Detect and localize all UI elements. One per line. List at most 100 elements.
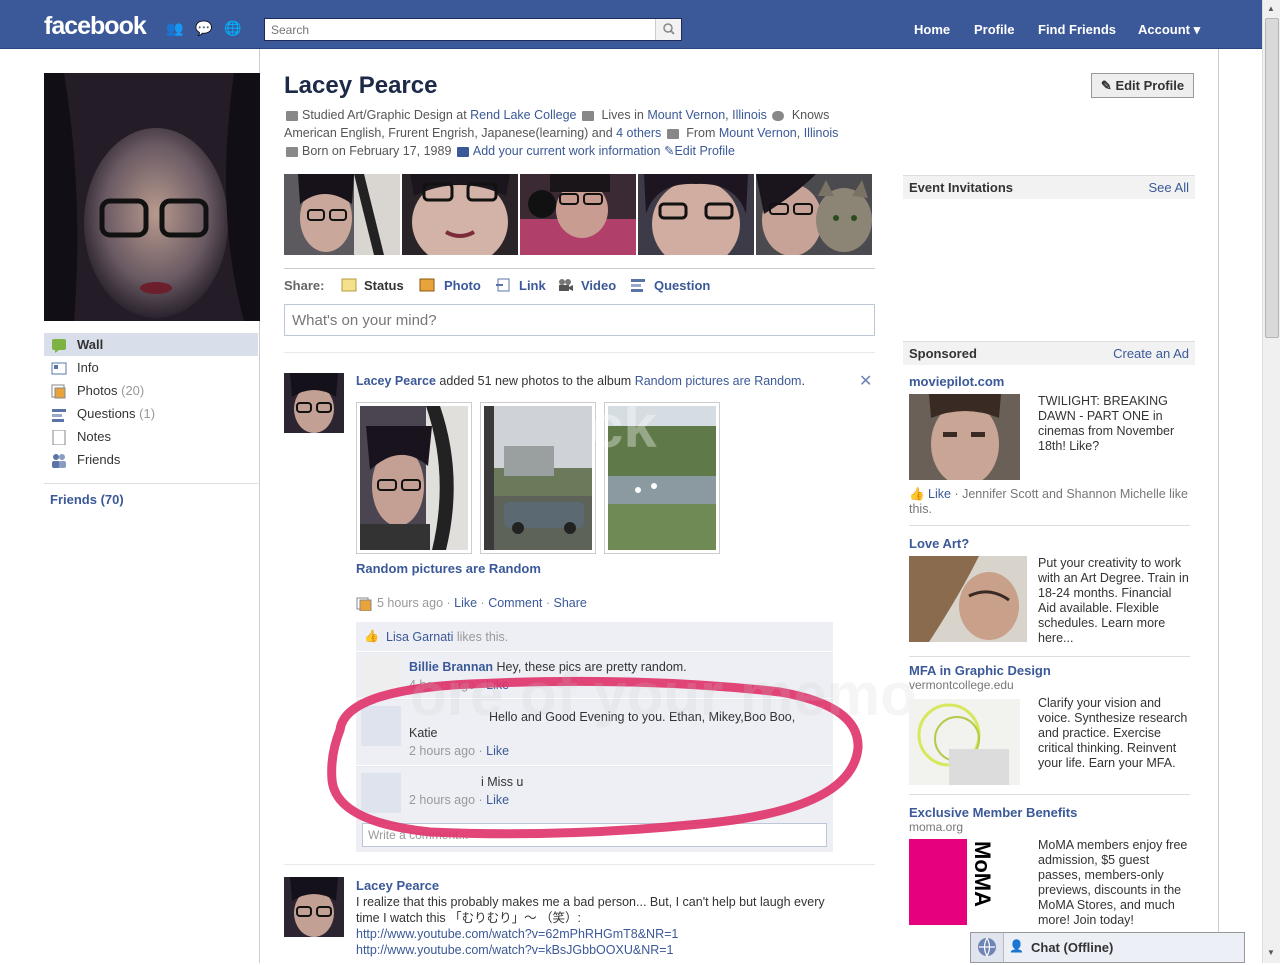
divider	[909, 794, 1190, 795]
photo-icon	[419, 278, 435, 292]
edit-profile-button[interactable]: ✎ Edit Profile	[1091, 73, 1194, 98]
share-link[interactable]: Share	[553, 596, 586, 610]
ad-title[interactable]: Exclusive Member Benefits	[909, 805, 1194, 820]
share-link-tab[interactable]: Link	[519, 278, 546, 293]
photo-thumbnail[interactable]	[284, 174, 400, 255]
story-author-link[interactable]: Lacey Pearce	[356, 374, 436, 388]
birthday-text: Born on February 17, 1989	[302, 144, 452, 158]
friends-heading-link[interactable]: Friends (70)	[50, 492, 124, 507]
story-author-link[interactable]: Lacey Pearce	[356, 878, 439, 893]
commenter-link[interactable]: Billie Brannan	[409, 660, 493, 674]
sidebar-item-questions[interactable]: Questions (1)	[44, 402, 258, 425]
city-link[interactable]: Mount Vernon	[647, 108, 725, 122]
ad-title[interactable]: Love Art?	[909, 536, 1194, 551]
share-video-tab[interactable]: Video	[581, 278, 616, 293]
notifications-icon[interactable]: 🌐	[224, 21, 241, 36]
scroll-up-icon[interactable]: ▲	[1267, 4, 1275, 13]
album-photo[interactable]	[356, 402, 472, 554]
photo-thumbnail[interactable]	[756, 174, 872, 255]
comment-link[interactable]: Comment	[488, 596, 542, 610]
photo-thumbnail[interactable]	[638, 174, 754, 255]
story-action-text: added 51 new photos to the album	[435, 374, 635, 388]
others-link[interactable]: 4 others	[616, 126, 661, 140]
add-work-link[interactable]: Add your current work information	[473, 144, 661, 158]
state-link[interactable]: Illinois	[732, 108, 767, 122]
ad-image[interactable]	[909, 394, 1020, 480]
comment-like-link[interactable]: Like	[486, 678, 509, 692]
share-photo-tab[interactable]: Photo	[444, 278, 481, 293]
sidebar-item-info[interactable]: Info	[44, 356, 258, 379]
notes-icon	[51, 429, 67, 446]
photos-count: (20)	[121, 383, 145, 398]
thumbs-up-icon: 👍	[364, 629, 379, 643]
youtube-link[interactable]: http://www.youtube.com/watch?v=kBsJGbbOO…	[356, 943, 674, 957]
school-link[interactable]: Rend Lake College	[470, 108, 576, 122]
comment: Hello and Good Evening to you. Ethan, Mi…	[356, 699, 833, 765]
scrollbar[interactable]: ▲ ▼	[1262, 0, 1280, 963]
ad-love-art[interactable]: Love Art? Put your creativity to work wi…	[909, 536, 1194, 651]
nav-profile[interactable]: Profile	[974, 22, 1014, 37]
photo-thumbnail[interactable]	[520, 174, 636, 255]
nav-home[interactable]: Home	[914, 22, 950, 37]
sidebar-item-wall[interactable]: Wall	[44, 333, 258, 356]
album-link[interactable]: Random pictures are Random	[635, 374, 802, 388]
friends-icon	[51, 452, 67, 468]
profile-info: Studied Art/Graphic Design at Rend Lake …	[284, 106, 874, 160]
ad-moma[interactable]: Exclusive Member Benefits moma.org MoMA …	[909, 805, 1194, 930]
scroll-down-icon[interactable]: ▼	[1267, 948, 1275, 957]
top-bar: facebook 👥 💬 🌐 Home Profile Find Friends…	[0, 0, 1262, 49]
scrollbar-thumb[interactable]	[1265, 18, 1279, 338]
sidebar-item-friends[interactable]: Friends	[44, 448, 258, 471]
hometown-city-link[interactable]: Mount Vernon	[719, 126, 797, 140]
share-question-tab[interactable]: Question	[654, 278, 710, 293]
close-icon[interactable]: ✕	[859, 371, 872, 391]
commenter-avatar[interactable]	[361, 706, 401, 746]
see-all-link[interactable]: See All	[1149, 176, 1189, 200]
knows-text: Knows	[788, 108, 830, 122]
facebook-logo[interactable]: facebook	[44, 12, 147, 41]
edit-profile-link[interactable]: Edit Profile	[674, 144, 734, 158]
ad-image[interactable]	[909, 556, 1027, 642]
profile-picture[interactable]	[44, 73, 260, 321]
messages-icon[interactable]: 💬	[195, 21, 212, 36]
chat-bar[interactable]: 👤 Chat (Offline)	[970, 932, 1245, 963]
ad-image[interactable]	[909, 699, 1020, 785]
photo-thumbnail[interactable]	[402, 174, 518, 255]
story-author-avatar[interactable]	[284, 373, 344, 433]
ad-title[interactable]: moviepilot.com	[909, 374, 1194, 389]
album-photo[interactable]	[604, 402, 720, 554]
liker-link[interactable]: Lisa Garnati	[386, 630, 453, 644]
sidebar-item-notes[interactable]: Notes	[44, 425, 258, 448]
ad-moviepilot[interactable]: moviepilot.com TWILIGHT: BREAKING DAWN -…	[909, 374, 1194, 519]
commenter-avatar[interactable]	[361, 773, 401, 813]
create-ad-link[interactable]: Create an Ad	[1113, 342, 1189, 366]
sidebar-item-photos[interactable]: Photos (20)	[44, 379, 258, 402]
calendar-icon	[286, 146, 298, 157]
story-author-avatar[interactable]	[284, 877, 344, 937]
like-link[interactable]: Like	[454, 596, 477, 610]
comment-like-link[interactable]: Like	[486, 744, 509, 758]
chat-globe-icon[interactable]	[971, 933, 1004, 962]
nav-find-friends[interactable]: Find Friends	[1038, 22, 1116, 37]
ad-title[interactable]: MFA in Graphic Design	[909, 663, 1194, 678]
likes-row: 👍 Lisa Garnati likes this.	[356, 622, 833, 651]
friend-requests-icon[interactable]: 👥	[166, 21, 183, 36]
ad-like-link[interactable]: Like	[928, 487, 951, 501]
album-photo[interactable]	[480, 402, 596, 554]
status-story: Lacey Pearce I realize that this probabl…	[356, 878, 826, 958]
search-input[interactable]	[265, 19, 650, 40]
question-icon	[630, 278, 646, 292]
hometown-state-link[interactable]: Illinois	[804, 126, 839, 140]
comment-like-link[interactable]: Like	[486, 793, 509, 807]
languages-text: American English, Frurent Engrish, Japan…	[284, 126, 617, 140]
commenter-avatar[interactable]	[361, 657, 401, 697]
search-button[interactable]	[655, 19, 681, 40]
album-title-link[interactable]: Random pictures are Random	[356, 561, 541, 576]
share-status-tab[interactable]: Status	[364, 278, 404, 293]
nav-account[interactable]: Account ▾	[1138, 22, 1200, 38]
moma-logo[interactable]: MoMA	[909, 839, 997, 925]
youtube-link[interactable]: http://www.youtube.com/watch?v=62mPhRHGm…	[356, 927, 678, 941]
write-comment-input[interactable]: Write a comment...	[362, 823, 827, 847]
status-composer-input[interactable]: What's on your mind?	[284, 304, 875, 336]
ad-mfa-graphic-design[interactable]: MFA in Graphic Design vermontcollege.edu…	[909, 663, 1194, 793]
